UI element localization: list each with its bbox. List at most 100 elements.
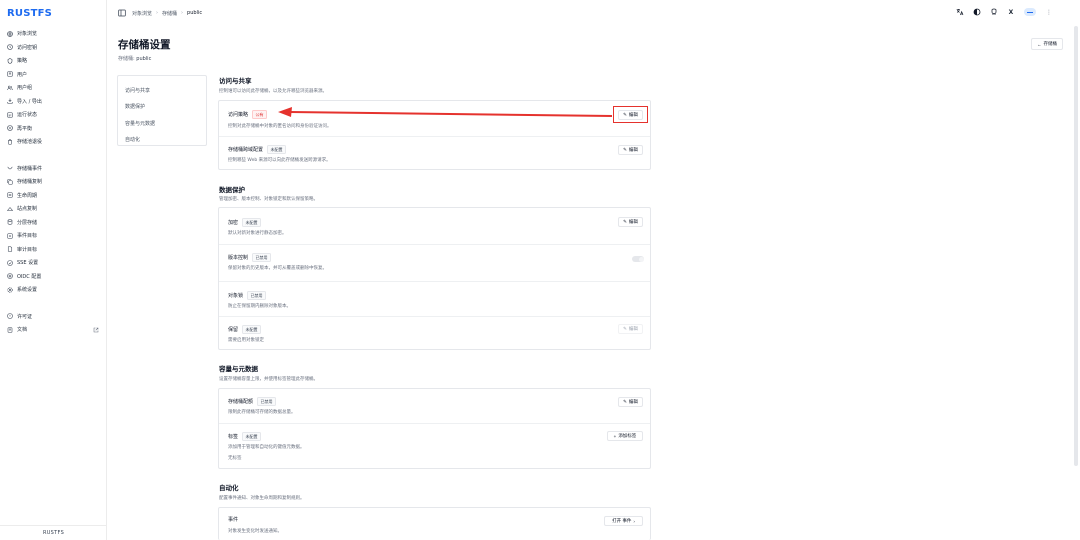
card-automation: 事件 对象发生变化时发送通知。 打开 事件 ›	[218, 507, 651, 540]
scrollbar[interactable]	[1074, 26, 1078, 466]
status-badge: 未配置	[267, 145, 287, 154]
breadcrumb-separator: ›	[181, 10, 184, 16]
book-icon	[6, 326, 13, 333]
section-title-access: 访问与共享	[219, 77, 252, 85]
sidebar-item-event-targets[interactable]: 事件目标	[0, 229, 107, 243]
sidebar-item-users[interactable]: 用户	[0, 68, 107, 82]
sidebar-item-docs[interactable]: 文档	[0, 323, 107, 337]
tier-icon	[6, 219, 13, 226]
sidebar-item-rebalance[interactable]: 再平衡	[0, 122, 107, 136]
target-icon	[6, 232, 13, 239]
sidebar-item-site-replication[interactable]: 站点复制	[0, 202, 107, 216]
sidebar-item-import-export[interactable]: 导入 / 导出	[0, 95, 107, 109]
sidebar-item-label: 策略	[17, 58, 28, 65]
sidebar-item-system-settings[interactable]: 系统设置	[0, 283, 107, 297]
status-badge: 已禁用	[257, 397, 277, 406]
bucket-label: 存储桶:	[118, 56, 135, 62]
row-title: 版本控制 已禁用	[228, 253, 272, 262]
sidebar-item-tiering[interactable]: 分层存储	[0, 216, 107, 230]
external-link-icon	[93, 327, 99, 333]
button-label: 打开 事件	[612, 518, 632, 523]
sidebar-item-label: 访问密钥	[17, 44, 38, 51]
edit-retention-button[interactable]: ✎ 编辑	[618, 324, 643, 334]
sidebar-toggle-icon[interactable]	[118, 9, 126, 17]
x-icon[interactable]: X	[1007, 8, 1015, 16]
status-badge: 已禁用	[247, 291, 267, 300]
open-events-button[interactable]: 打开 事件 ›	[604, 516, 643, 526]
section-nav-protection[interactable]: 数据保护	[118, 99, 206, 116]
topbar-actions: X ⋮	[956, 8, 1053, 16]
versioning-toggle[interactable]	[632, 256, 644, 262]
row-title: 存储桶跨域配置 未配置	[228, 145, 287, 154]
app-logo[interactable]: RUSTFS	[7, 8, 52, 19]
row-title-text: 存储桶配额	[228, 399, 254, 405]
sidebar-item-oidc[interactable]: OIDC 配置	[0, 270, 107, 284]
section-nav-access[interactable]: 访问与共享	[118, 82, 206, 99]
sidebar-item-bucket-events[interactable]: 存储桶事件	[0, 162, 107, 176]
status-badge: 未配置	[242, 218, 262, 227]
edit-quota-button[interactable]: ✎ 编辑	[618, 397, 643, 407]
card-capacity: 存储桶配额 已禁用 限制此存储桶可存储的数据总量。 ✎ 编辑 标签 未配置 添加用于管…	[218, 388, 651, 469]
edit-cors-button[interactable]: ✎ 编辑	[618, 145, 643, 155]
sidebar-item-label: SSE 设置	[17, 260, 39, 267]
sidebar-item-label: 存储桶复制	[17, 179, 43, 186]
row-title-text: 对象锁	[228, 293, 244, 299]
translate-icon[interactable]	[956, 8, 964, 16]
card-protection: 加密 未配置 默认对新对象进行静态加密。 ✎ 编辑 版本控制 已禁用 保留对象的历史版…	[218, 207, 651, 350]
theme-icon[interactable]	[973, 8, 981, 16]
sidebar-item-decommission[interactable]: 存储池退役	[0, 135, 107, 149]
sidebar-nav: 对象浏览 访问密钥 策略 用户 用户组 导入 / 导出 运行状态 再平衡 存储池…	[0, 27, 107, 337]
sidebar-item-license[interactable]: 许可证	[0, 310, 107, 324]
sidebar-item-groups[interactable]: 用户组	[0, 81, 107, 95]
sidebar-item-bucket-replication[interactable]: 存储桶复制	[0, 175, 107, 189]
status-badge: 未配置	[242, 432, 262, 441]
sidebar-item-label: 事件目标	[17, 233, 38, 240]
breadcrumb-item[interactable]: 对象浏览	[132, 10, 152, 17]
section-title-capacity: 容量与元数据	[219, 365, 258, 373]
oidc-icon	[6, 273, 13, 280]
sidebar: RUSTFS 对象浏览 访问密钥 策略 用户 用户组 导入 / 导出 运行状态 …	[0, 0, 107, 540]
row-title-text: 事件	[228, 517, 239, 523]
sidebar-item-label: 分层存储	[17, 219, 38, 226]
github-icon[interactable]	[990, 8, 998, 16]
plus-icon: +	[613, 433, 617, 439]
breadcrumb-item[interactable]: 存储桶	[162, 10, 177, 17]
edit-encryption-button[interactable]: ✎ 编辑	[618, 217, 643, 227]
copy-icon	[6, 178, 13, 185]
status-badge: 已禁用	[252, 253, 272, 262]
sidebar-item-audit-targets[interactable]: 审计目标	[0, 243, 107, 257]
add-tag-button[interactable]: + 添加标签	[607, 431, 643, 441]
pencil-icon: ✎	[623, 399, 627, 404]
highlight-box	[613, 106, 648, 123]
site-replication-icon	[6, 205, 13, 212]
row-title-text: 标签	[228, 434, 239, 440]
lock-icon	[6, 259, 13, 266]
sidebar-item-object-browser[interactable]: 对象浏览	[0, 27, 107, 41]
row-encryption: 加密 未配置 默认对新对象进行静态加密。 ✎ 编辑	[219, 208, 650, 244]
chevron-right-icon: ›	[633, 518, 635, 524]
status-icon	[6, 111, 13, 118]
pencil-icon: ✎	[623, 219, 627, 224]
sidebar-item-policies[interactable]: 策略	[0, 54, 107, 68]
sidebar-item-label: 再平衡	[17, 125, 33, 132]
sidebar-item-label: OIDC 配置	[17, 273, 42, 280]
sidebar-item-access-keys[interactable]: 访问密钥	[0, 41, 107, 55]
card-access: 访问策略 公有 控制对此存储桶中对象的匿名访问和身份验证访问。 ✎ 编辑 存储桶跨域…	[218, 100, 651, 170]
sidebar-item-status[interactable]: 运行状态	[0, 108, 107, 122]
section-nav-automation[interactable]: 自动化	[118, 132, 206, 149]
button-label: 编辑	[628, 326, 638, 331]
nav-separator	[0, 149, 107, 162]
decommission-icon	[6, 138, 13, 145]
row-title-text: 访问策略	[228, 112, 249, 118]
row-desc: 添加用于管理和自动化的键值元数据。	[228, 445, 305, 450]
row-desc: 对象发生变化时发送通知。	[228, 529, 282, 534]
sidebar-item-lifecycle[interactable]: 生命周期	[0, 189, 107, 203]
more-menu-icon[interactable]: ⋮	[1045, 8, 1053, 16]
status-badge: 未配置	[242, 325, 262, 334]
section-nav-capacity[interactable]: 容量与元数据	[118, 115, 206, 132]
sidebar-item-label: 用户组	[17, 85, 33, 92]
sidebar-item-sse-settings[interactable]: SSE 设置	[0, 256, 107, 270]
back-to-buckets-button[interactable]: ← 存储桶	[1031, 38, 1063, 50]
empty-tags-text: 无标签	[228, 456, 242, 461]
avatar[interactable]	[1024, 8, 1036, 16]
